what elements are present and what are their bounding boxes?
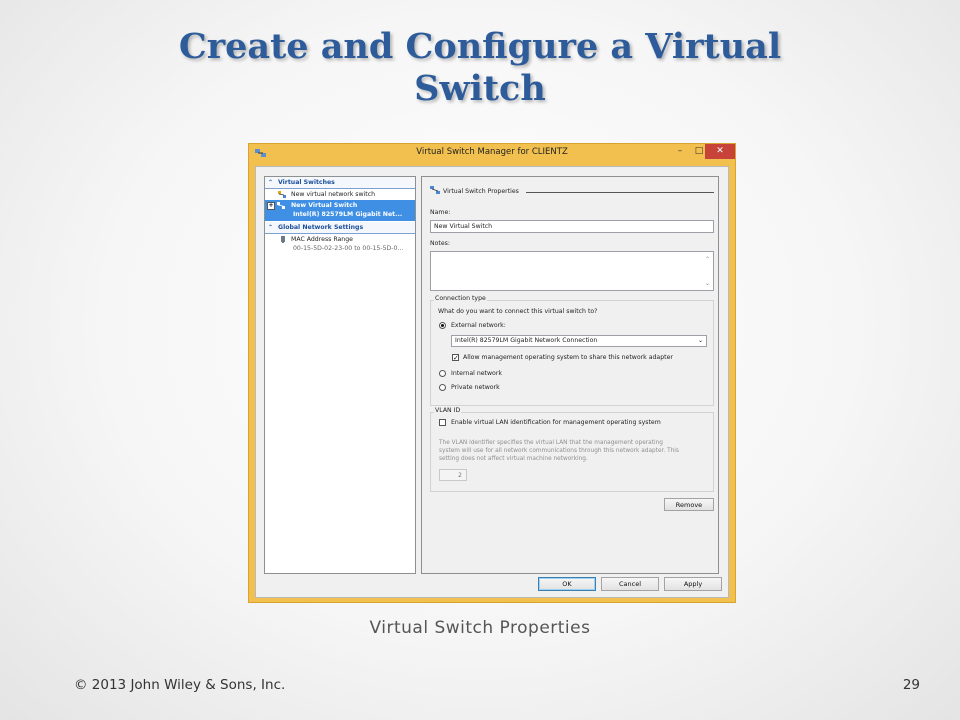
tree-section-global-network-settings[interactable]: ⌃ Global Network Settings — [265, 222, 415, 234]
new-switch-icon — [278, 191, 286, 198]
copyright-notice: © 2013 John Wiley & Sons, Inc. — [74, 677, 286, 693]
cancel-button[interactable]: Cancel — [601, 577, 659, 591]
header-divider — [526, 192, 714, 193]
connection-question: What do you want to connect this virtual… — [438, 308, 598, 315]
figure-caption: Virtual Switch Properties — [369, 618, 591, 638]
private-network-label: Private network — [451, 384, 500, 391]
internal-network-label: Internal network — [451, 370, 502, 377]
vlan-id-input[interactable]: 2 — [439, 469, 467, 481]
page-number: 29 — [902, 677, 920, 693]
vlan-enable-checkbox[interactable] — [439, 419, 446, 426]
apply-button[interactable]: Apply — [664, 577, 722, 591]
mac-address-icon — [281, 236, 285, 243]
adapter-select-value: Intel(R) 82579LM Gigabit Network Connect… — [455, 337, 598, 344]
vlan-id-title: VLAN ID — [434, 407, 462, 414]
vlan-description: The VLAN identifier specifies the virtua… — [439, 439, 709, 463]
collapse-chevron-icon[interactable]: ⌃ — [268, 177, 273, 188]
selected-switch-adapter: Intel(R) 82579LM Gigabit Net... — [293, 211, 403, 218]
slide-title: Create and Configure a Virtual Switch — [0, 26, 960, 110]
name-input[interactable]: New Virtual Switch — [430, 220, 714, 233]
scroll-up-icon[interactable]: ⌃ — [705, 254, 710, 265]
notes-label: Notes: — [430, 240, 450, 247]
tree-item-new-switch[interactable]: New virtual network switch — [265, 189, 415, 200]
slide-title-line-1: Create and Configure a Virtual — [178, 26, 782, 67]
connection-type-title: Connection type — [434, 295, 487, 302]
name-label: Name: — [430, 209, 451, 216]
allow-mgmt-checkbox[interactable]: ✓ — [452, 354, 459, 362]
external-network-label: External network: — [451, 322, 506, 329]
vlan-description-line: setting does not affect virtual machine … — [439, 456, 588, 462]
ok-button[interactable]: OK — [538, 577, 596, 591]
adapter-select[interactable]: Intel(R) 82579LM Gigabit Network Connect… — [451, 335, 707, 347]
tree-item-label: New virtual network switch — [291, 191, 376, 198]
window-titlebar[interactable]: Virtual Switch Manager for CLIENTZ – □ ✕ — [249, 144, 735, 162]
tree-item-mac-address-range[interactable]: MAC Address Range 00-15-5D-02-23-00 to 0… — [265, 234, 415, 256]
internal-network-radio[interactable] — [439, 370, 446, 377]
close-button[interactable]: ✕ — [705, 144, 735, 159]
collapse-chevron-icon[interactable]: ⌃ — [268, 222, 273, 233]
chevron-down-icon: ⌄ — [697, 337, 703, 344]
switch-icon — [277, 202, 285, 209]
switch-tree-panel[interactable]: ⌃ Virtual Switches New virtual network s… — [264, 176, 416, 574]
switch-properties-panel: Virtual Switch Properties Name: New Virt… — [421, 176, 719, 574]
mac-range-value: 00-15-5D-02-23-00 to 00-15-5D-0... — [293, 245, 404, 252]
notes-textarea[interactable]: ⌃ ⌄ — [430, 251, 714, 291]
slide-title-line-2: Switch — [414, 68, 546, 109]
tree-section-label: Virtual Switches — [278, 179, 335, 186]
tree-section-label: Global Network Settings — [278, 224, 364, 231]
dialog-client-area: ⌃ Virtual Switches New virtual network s… — [255, 166, 729, 598]
vlan-description-line: system will use for all network communic… — [439, 448, 679, 454]
properties-header: Virtual Switch Properties — [443, 188, 519, 195]
network-icon — [430, 186, 440, 194]
vlan-description-line: The VLAN identifier specifies the virtua… — [439, 440, 663, 446]
external-network-radio[interactable] — [439, 322, 446, 329]
vlan-enable-label: Enable virtual LAN identification for ma… — [451, 419, 661, 426]
tree-item-selected-switch[interactable]: + New Virtual Switch Intel(R) 82579LM Gi… — [265, 200, 415, 221]
private-network-radio[interactable] — [439, 384, 446, 391]
scroll-down-icon[interactable]: ⌄ — [705, 278, 710, 289]
expand-icon[interactable]: + — [267, 202, 275, 210]
minimize-button[interactable]: – — [669, 144, 691, 159]
remove-button[interactable]: Remove — [664, 498, 714, 511]
window-title: Virtual Switch Manager for CLIENTZ — [416, 147, 568, 157]
tree-section-virtual-switches[interactable]: ⌃ Virtual Switches — [265, 177, 415, 189]
allow-mgmt-label: Allow management operating system to sha… — [463, 354, 673, 361]
virtual-switch-manager-window: Virtual Switch Manager for CLIENTZ – □ ✕… — [248, 143, 736, 603]
